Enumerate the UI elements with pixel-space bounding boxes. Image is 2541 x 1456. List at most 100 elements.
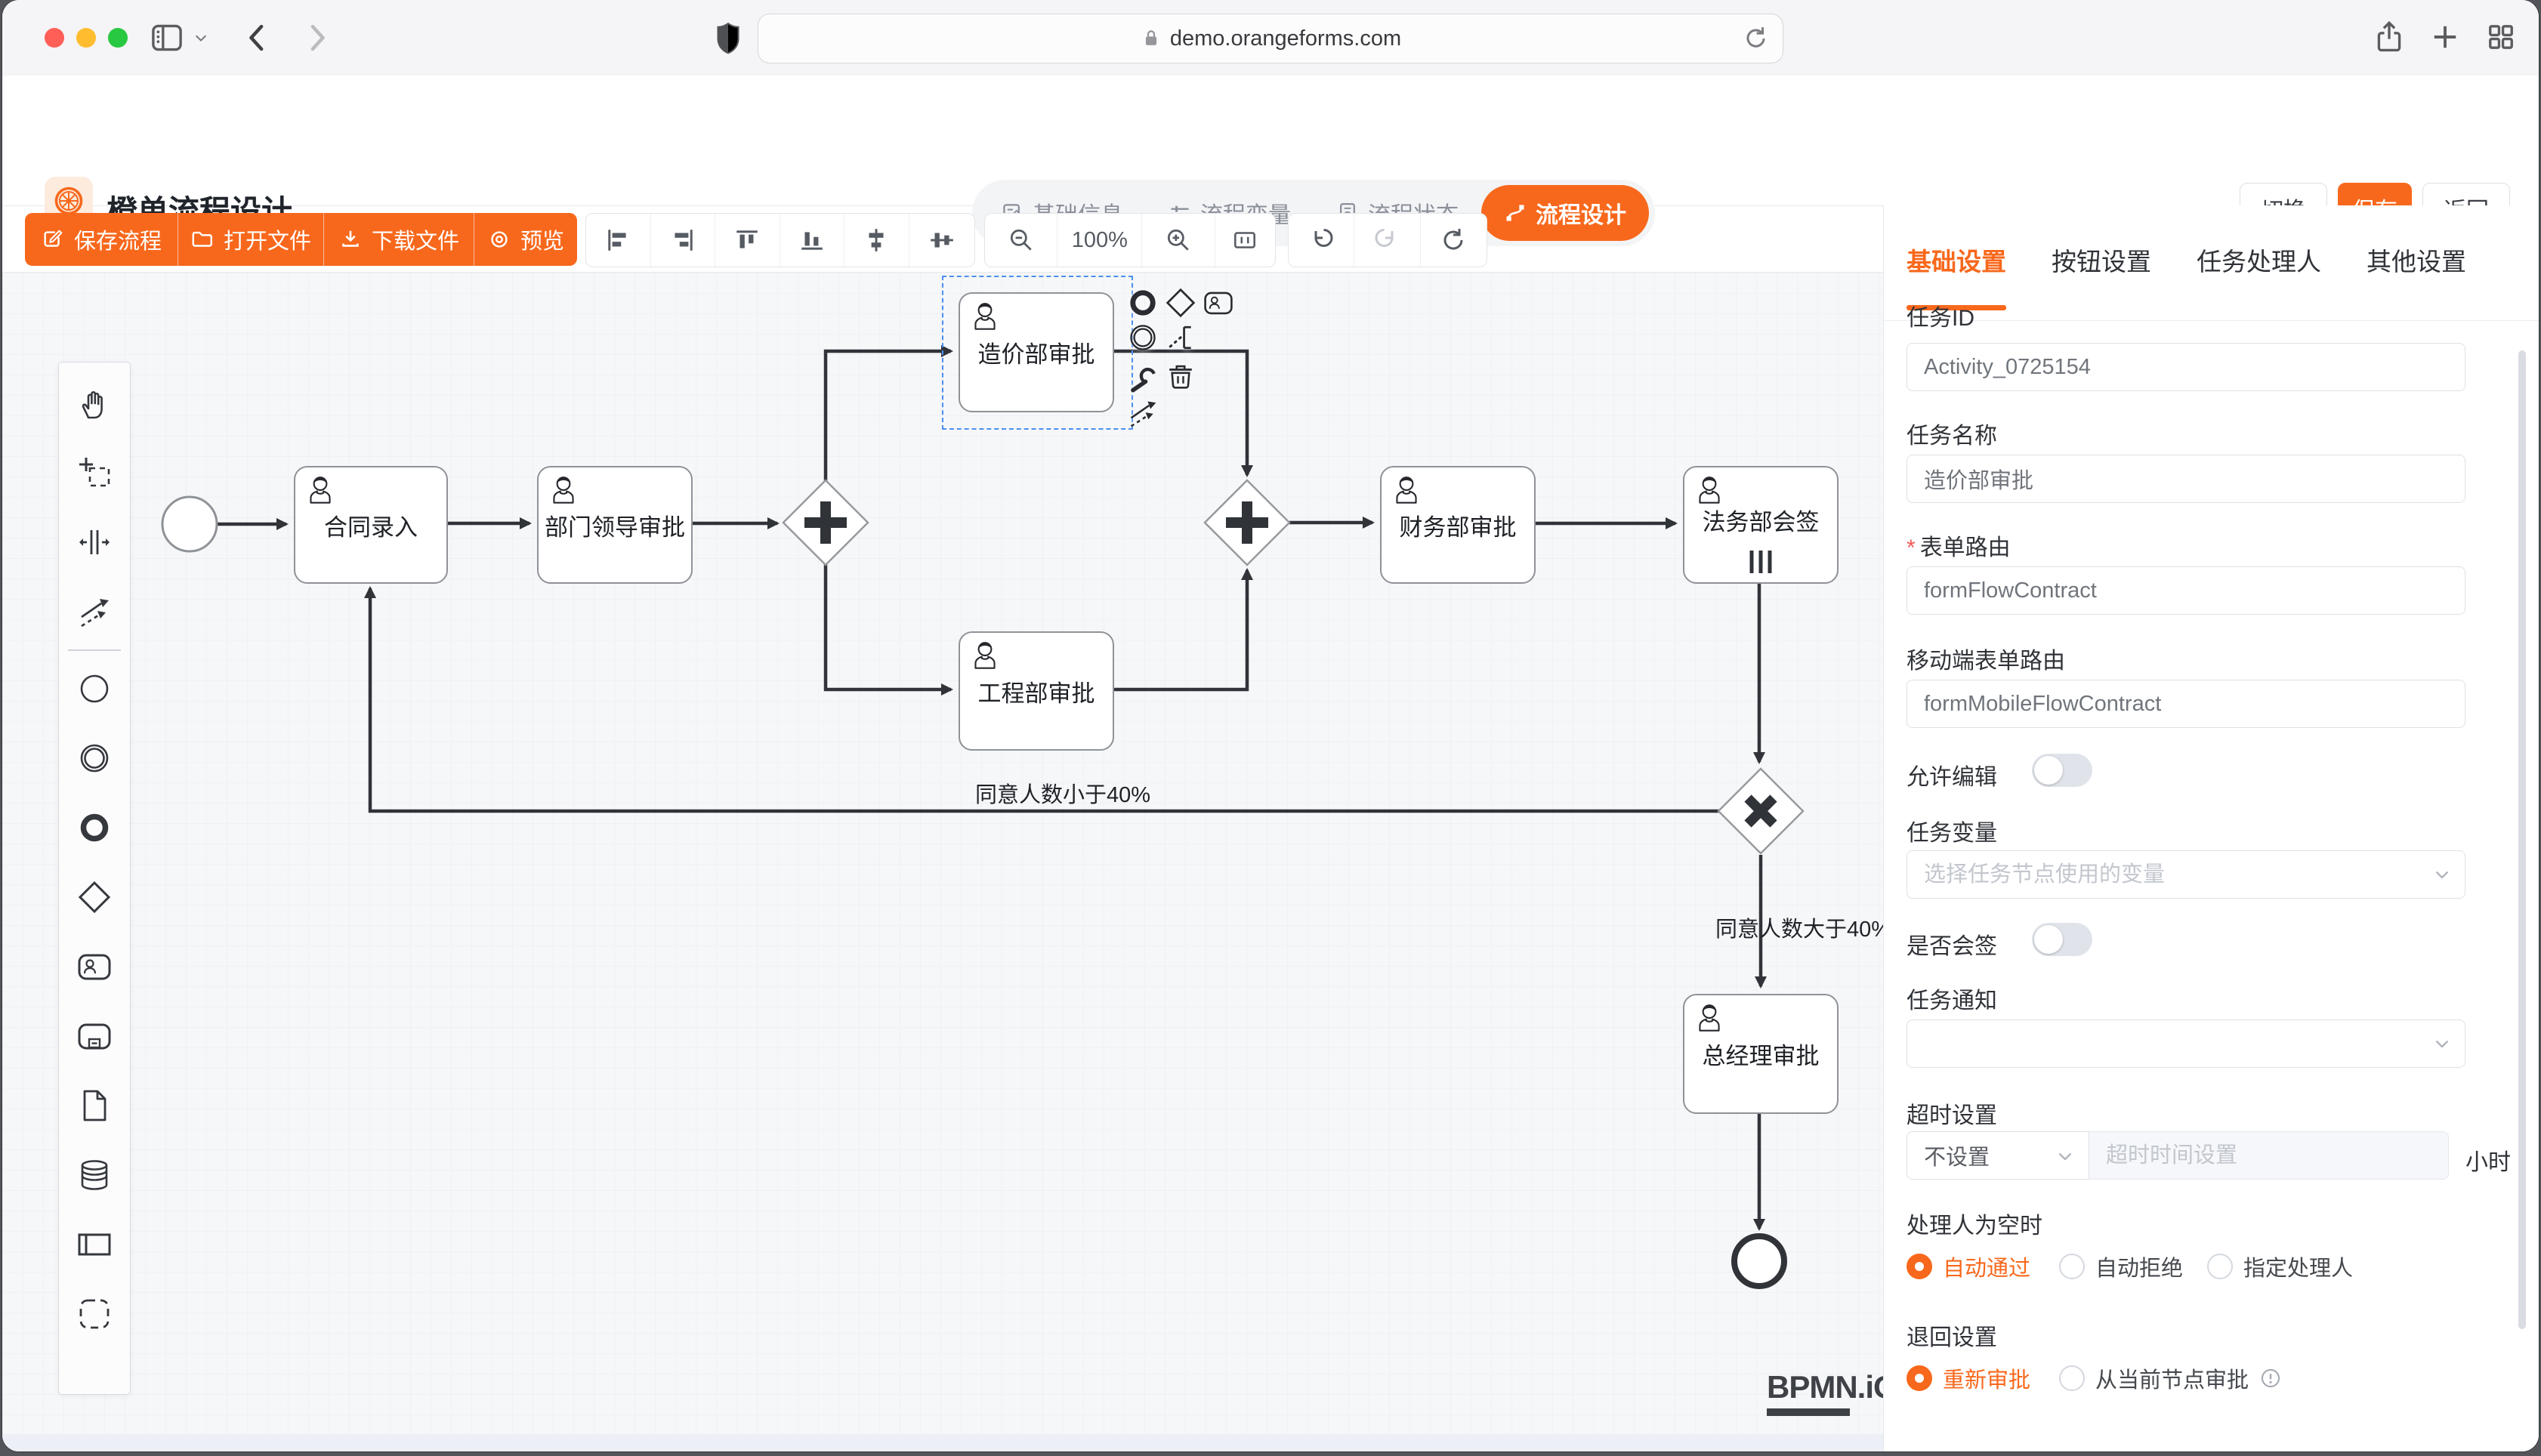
task-contract-entry[interactable]: 合同录入 <box>294 466 448 584</box>
change-type-button[interactable] <box>1126 362 1159 395</box>
close-window-button[interactable] <box>45 28 64 48</box>
append-intermediate-event-button[interactable] <box>1126 321 1159 354</box>
radio-dot <box>2059 1254 2085 1279</box>
create-user-task[interactable] <box>60 932 129 1001</box>
radio-from-current-node[interactable]: 从当前节点审批 <box>2059 1362 2282 1394</box>
privacy-shield-icon[interactable] <box>711 20 746 55</box>
connect-tool-button[interactable] <box>1126 396 1159 430</box>
mobile-form-route-input[interactable] <box>1907 680 2465 728</box>
zoom-window-button[interactable] <box>108 28 128 48</box>
undo-button[interactable] <box>1289 214 1354 267</box>
open-file-button[interactable]: 打开文件 <box>178 213 323 266</box>
radio-auto-reject[interactable]: 自动拒绝 <box>2059 1251 2183 1282</box>
download-file-button[interactable]: 下载文件 <box>323 213 474 266</box>
user-task-icon <box>1692 1001 1727 1036</box>
task-dept-leader-approval[interactable]: 部门领导审批 <box>537 466 693 584</box>
end-event[interactable] <box>1734 1236 1784 1286</box>
task-name-input[interactable] <box>1907 455 2465 503</box>
tab-process-design[interactable]: 流程设计 <box>1481 185 1649 241</box>
user-task-shape-icon <box>1203 288 1233 318</box>
radio-assign-handler[interactable]: 指定处理人 <box>2207 1251 2353 1282</box>
zoom-level[interactable]: 100% <box>1057 214 1141 267</box>
task-notify-select[interactable] <box>1907 1020 2465 1068</box>
tab-other-settings[interactable]: 其他设置 <box>2367 242 2466 278</box>
new-tab-icon[interactable] <box>2428 20 2462 54</box>
zoom-in-button[interactable] <box>1141 214 1214 267</box>
create-start-event[interactable] <box>60 654 129 723</box>
create-gateway[interactable] <box>60 862 129 932</box>
start-event-icon <box>77 671 112 706</box>
create-participant[interactable] <box>60 1210 129 1279</box>
align-center-vertical-button[interactable] <box>909 214 974 267</box>
minimize-window-button[interactable] <box>76 28 96 48</box>
subprocess-icon <box>77 1019 112 1053</box>
bpmn-canvas[interactable]: 合同录入 部门领导审批 造价部审批 工程部审批 财务部审批 法务部会签 总经理审… <box>2 272 1883 1451</box>
reload-icon[interactable] <box>1742 25 1769 52</box>
flow-edges <box>2 273 1883 1451</box>
create-subprocess[interactable] <box>60 1001 129 1071</box>
lasso-tool[interactable] <box>60 438 129 507</box>
connect-arrows-icon <box>1127 397 1159 429</box>
append-gateway-button[interactable] <box>1164 286 1197 319</box>
tab-basic-settings[interactable]: 基础设置 <box>1907 242 2006 278</box>
user-task-icon <box>303 474 338 508</box>
align-right-button[interactable] <box>650 214 715 267</box>
participant-pool-icon <box>77 1227 112 1262</box>
address-bar[interactable]: demo.orangeforms.com <box>758 14 1783 63</box>
share-icon[interactable] <box>2373 20 2406 54</box>
create-data-store[interactable] <box>60 1140 129 1210</box>
redo-button[interactable] <box>1354 214 1419 267</box>
save-flow-button[interactable]: 保存流程 <box>25 213 178 266</box>
preview-button[interactable]: 预览 <box>474 213 577 266</box>
space-tool[interactable] <box>60 507 129 577</box>
task-id-input[interactable] <box>1907 343 2465 391</box>
hand-tool[interactable] <box>60 369 129 438</box>
align-left-button[interactable] <box>586 214 650 267</box>
tab-task-assignee[interactable]: 任务处理人 <box>2197 242 2321 278</box>
timeout-mode-select[interactable]: 不设置 <box>1907 1131 2089 1180</box>
global-connect-tool[interactable] <box>60 577 129 646</box>
tab-overview-icon[interactable] <box>2484 20 2518 54</box>
task-finance-dept-approval[interactable]: 财务部审批 <box>1380 466 1536 584</box>
align-bottom-button[interactable] <box>780 214 844 267</box>
append-annotation-button[interactable] <box>1164 321 1197 354</box>
timeout-hours-input[interactable] <box>2089 1131 2449 1180</box>
download-icon <box>338 227 363 251</box>
create-end-event[interactable] <box>60 793 129 862</box>
align-center-horizontal-button[interactable] <box>844 214 909 267</box>
back-icon[interactable] <box>241 20 276 55</box>
allow-edit-toggle[interactable] <box>2032 754 2092 787</box>
panel-scrollbar[interactable] <box>2518 350 2526 1329</box>
reset-button[interactable] <box>1420 214 1487 267</box>
sidebar-toggle-icon[interactable] <box>150 21 184 54</box>
append-user-task-button[interactable] <box>1202 286 1235 319</box>
wrench-icon <box>1128 363 1158 393</box>
task-general-manager-approval[interactable]: 总经理审批 <box>1683 994 1839 1114</box>
form-route-input[interactable] <box>1907 566 2465 615</box>
parallel-gateway-join[interactable] <box>1205 480 1289 565</box>
align-top-button[interactable] <box>715 214 780 267</box>
create-group[interactable] <box>60 1279 129 1349</box>
task-variable-select[interactable] <box>1907 850 2465 899</box>
create-data-object[interactable] <box>60 1071 129 1140</box>
countersign-toggle[interactable] <box>2032 923 2092 956</box>
browser-chrome: demo.orangeforms.com <box>2 0 2539 76</box>
bpmnio-watermark[interactable]: BPMN.iO <box>1767 1369 1897 1416</box>
create-intermediate-event[interactable] <box>60 723 129 793</box>
sidebar-chevron-icon[interactable] <box>193 30 209 47</box>
task-engineering-dept-approval[interactable]: 工程部审批 <box>959 631 1114 751</box>
task-legal-dept-countersign[interactable]: 法务部会签 <box>1683 466 1839 584</box>
exclusive-gateway[interactable] <box>1718 769 1803 853</box>
radio-auto-approve[interactable]: 自动通过 <box>1907 1251 2030 1282</box>
radio-re-approve[interactable]: 重新审批 <box>1907 1362 2030 1394</box>
append-end-event-button[interactable] <box>1126 286 1159 319</box>
zoom-fit-button[interactable] <box>1215 214 1275 267</box>
start-event[interactable] <box>162 497 217 551</box>
delete-button[interactable] <box>1164 360 1197 393</box>
zoom-out-button[interactable] <box>985 214 1057 267</box>
radio-dot <box>1907 1365 1932 1391</box>
forward-icon[interactable] <box>298 20 333 55</box>
tab-button-settings[interactable]: 按钮设置 <box>2052 242 2151 278</box>
parallel-gateway-split[interactable] <box>783 480 868 565</box>
align-top-icon <box>733 227 761 254</box>
